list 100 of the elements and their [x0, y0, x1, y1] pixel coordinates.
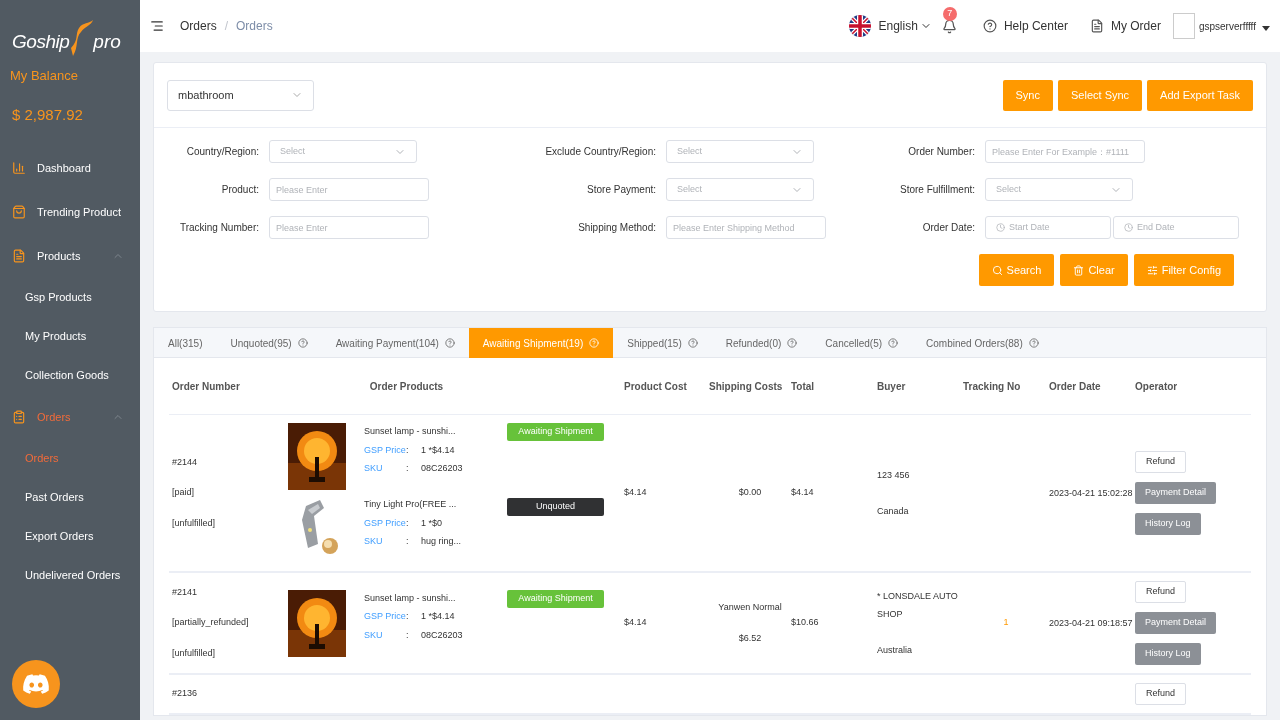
- sidebar-subitem[interactable]: My Products: [0, 317, 140, 356]
- language-dropdown[interactable]: English: [878, 17, 932, 35]
- sidebar-subitem[interactable]: Past Orders: [0, 478, 140, 517]
- filter-label: Tracking Number:: [178, 221, 260, 235]
- balance-label: My Balance: [9, 67, 79, 85]
- column-header: Order Date: [1049, 379, 1102, 394]
- order-info: [unfulfilled]: [172, 516, 217, 530]
- input-field[interactable]: Please Enter For Example：#1111: [985, 140, 1145, 163]
- tab[interactable]: Awaiting Payment(104): [321, 328, 469, 358]
- help-center-link[interactable]: Help Center: [1003, 17, 1068, 35]
- tab[interactable]: Cancelled(5): [811, 328, 913, 358]
- product-name: Sunset lamp - sunshi...: [364, 591, 457, 605]
- sidebar-item[interactable]: Dashboard: [0, 146, 140, 190]
- discord-button[interactable]: [12, 660, 60, 708]
- breadcrumb-item[interactable]: Orders: [180, 17, 217, 35]
- sliders-icon: [1146, 264, 1158, 276]
- operator-button[interactable]: History Log: [1135, 513, 1201, 535]
- filter-label: Exclude Country/Region:: [544, 145, 657, 159]
- sku-value: 08C26203: [421, 628, 463, 642]
- sku-label: SKU: [364, 462, 384, 475]
- buyer-info: * LONSDALE AUTO SHOP: [877, 590, 959, 621]
- total-amount: $10.66: [791, 617, 819, 628]
- order-date: 2023-04-21 15:02:28: [1049, 487, 1134, 500]
- operator-button[interactable]: Payment Detail: [1135, 482, 1217, 504]
- order-info: #2141: [172, 585, 199, 599]
- total-amount: $4.14: [791, 487, 814, 498]
- input-field[interactable]: Please Enter Shipping Method: [666, 216, 826, 239]
- input-field[interactable]: Please Enter: [269, 216, 429, 239]
- separator: :: [406, 628, 410, 642]
- column-header: Operator: [1135, 379, 1179, 394]
- filter-label: Store Fulfillment:: [898, 183, 976, 197]
- price-label: GSP Price: [364, 516, 406, 530]
- product-cost: $4.14: [624, 487, 647, 498]
- sku-label: SKU: [364, 535, 384, 548]
- tab[interactable]: Combined Orders(88): [912, 328, 1053, 358]
- price-value: 1 *$4.14: [421, 610, 455, 623]
- logo-suffix: pro: [93, 29, 121, 54]
- operator-button[interactable]: Payment Detail: [1135, 612, 1217, 634]
- sidebar-subitem[interactable]: Collection Goods: [0, 356, 140, 395]
- shipping-cost: $0.00: [738, 486, 762, 500]
- filter-label: Store Payment:: [586, 183, 657, 197]
- clock-icon: [1124, 223, 1133, 232]
- status-badge: Awaiting Shipment: [507, 423, 604, 441]
- menu-icon[interactable]: [150, 19, 164, 33]
- column-header: Order Products: [368, 379, 445, 394]
- sku-value: hug ring...: [421, 535, 462, 548]
- order-info: [unfulfilled]: [172, 646, 217, 660]
- order-info: #2136: [172, 687, 199, 701]
- filter-label: Order Number:: [907, 145, 976, 159]
- tab[interactable]: Refunded(0): [711, 328, 812, 358]
- store-select[interactable]: mbathroom: [167, 79, 314, 111]
- refund-button[interactable]: Refund: [1135, 581, 1187, 603]
- shopping-bag-icon: [12, 205, 26, 219]
- buyer-info: Canada: [877, 505, 910, 518]
- input-field[interactable]: Please Enter: [269, 178, 429, 201]
- filter-label: Order Date:: [921, 221, 976, 235]
- my-order-link[interactable]: My Order: [1110, 17, 1161, 35]
- balance-amount: $ 2,987.92: [11, 104, 84, 125]
- filter-label: Product:: [220, 183, 260, 197]
- price-label: GSP Price: [364, 443, 406, 457]
- separator: :: [406, 443, 410, 457]
- fox-logo-icon: [69, 18, 94, 58]
- tab[interactable]: Shipped(15): [613, 328, 712, 358]
- shipping-cost: $6.52: [738, 632, 762, 645]
- operator-button[interactable]: History Log: [1135, 643, 1201, 665]
- separator: :: [406, 516, 410, 530]
- clipboard-icon: [12, 410, 26, 424]
- sidebar-subitem[interactable]: Gsp Products: [0, 278, 140, 317]
- sidebar-subitem[interactable]: Undelivered Orders: [0, 556, 140, 595]
- column-header: Shipping Costs: [709, 379, 784, 394]
- sidebar-item[interactable]: Products: [0, 234, 140, 278]
- caret-icon: [1262, 26, 1270, 32]
- tab[interactable]: Unquoted(95): [216, 328, 322, 358]
- column-header: Tracking No: [963, 379, 1022, 394]
- logo-text: Goship: [12, 29, 70, 54]
- uk-flag-icon: [848, 15, 871, 37]
- status-badge: Unquoted: [507, 498, 604, 516]
- avatar-placeholder: [1172, 13, 1195, 39]
- order-info: [paid]: [172, 486, 196, 500]
- search-icon: [991, 264, 1003, 276]
- refund-button[interactable]: Refund: [1135, 451, 1187, 473]
- sku-value: 08C26203: [421, 462, 463, 475]
- help-icon: [982, 19, 997, 33]
- column-header: Order Number: [171, 379, 241, 394]
- column-header: Product Cost: [624, 379, 688, 394]
- breadcrumb-separator: /: [224, 18, 229, 35]
- document-icon: [12, 249, 26, 263]
- breadcrumb-item: Orders: [236, 18, 273, 35]
- sidebar-item[interactable]: Trending Product: [0, 190, 140, 234]
- user-name[interactable]: gspserverfffff: [1198, 18, 1256, 34]
- separator: :: [406, 462, 410, 475]
- column-header: Buyer: [877, 379, 907, 394]
- price-value: 1 *$4.14: [421, 443, 455, 457]
- tracking-number: 1: [1003, 617, 1009, 628]
- clock-icon: [996, 223, 1005, 232]
- refund-button[interactable]: Refund: [1135, 683, 1187, 705]
- bell-icon[interactable]: [941, 18, 957, 34]
- column-header: Total: [791, 379, 816, 394]
- tab[interactable]: All(315): [154, 328, 217, 358]
- sidebar-subitem[interactable]: Export Orders: [0, 517, 140, 556]
